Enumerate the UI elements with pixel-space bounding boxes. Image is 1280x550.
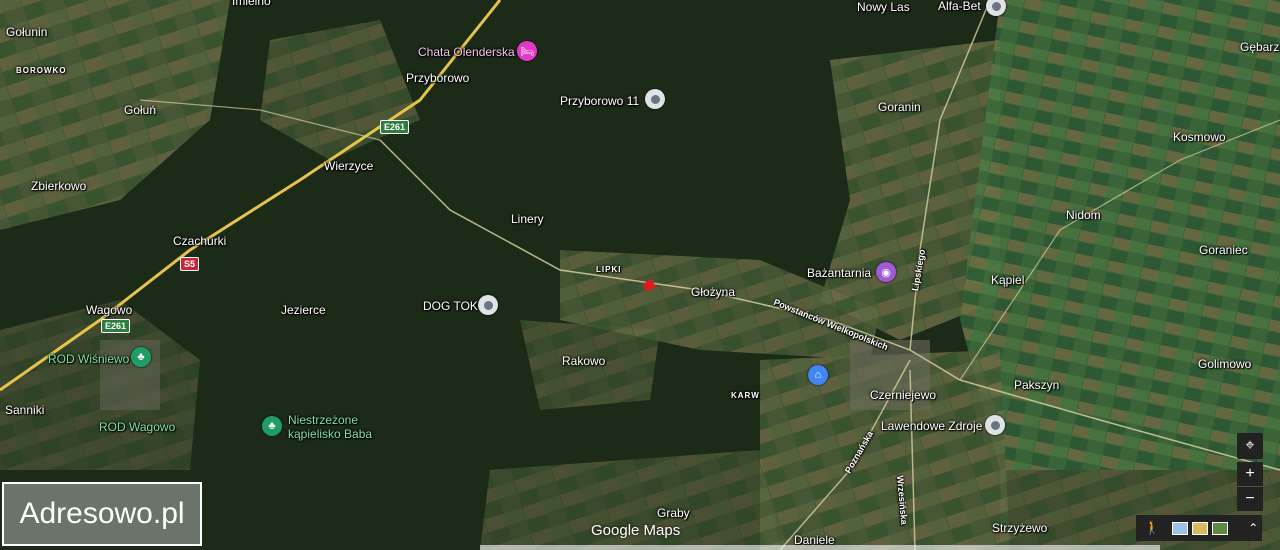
road-badge-s5: S5 <box>180 257 200 271</box>
road-badge-e261: E261 <box>380 120 410 134</box>
place-imielno: Imielno <box>232 0 271 8</box>
satellite-layer-thumb[interactable] <box>1212 521 1229 535</box>
poi-alfa-bet[interactable]: Alfa-Bet <box>938 0 981 13</box>
layer-switcher[interactable]: 🚶 ⌃ <box>1136 515 1262 541</box>
google-maps-logo: Google Maps <box>591 522 681 539</box>
place-karw: KARW <box>731 391 760 400</box>
poi-kapielisko-baba[interactable]: Niestrzeżone kąpielisko Baba <box>288 413 372 441</box>
place-golunin: Gołunin <box>6 25 48 39</box>
terrain-layer-thumb[interactable] <box>1192 521 1209 535</box>
poi-dog-tok[interactable]: DOG TOK <box>423 299 478 313</box>
location-pin-icon[interactable] <box>985 415 1005 435</box>
place-sanniki: Sanniki <box>5 403 45 417</box>
place-strzyzewo: Strzyżewo <box>992 521 1048 535</box>
place-wierzyce: Wierzyce <box>324 159 374 173</box>
attribution-bar <box>480 545 1160 550</box>
poi-chata-olenderska[interactable]: Chata Olenderska <box>418 45 515 59</box>
place-golun: Gołuń <box>124 103 157 117</box>
home-icon[interactable]: ⌂ <box>808 365 828 385</box>
road-badge-e261-2: E261 <box>101 319 131 333</box>
place-kosmowo: Kosmowo <box>1173 130 1226 144</box>
satellite-map[interactable] <box>0 0 1280 550</box>
place-czerniejewo: Czerniejewo <box>870 388 937 402</box>
zoom-in-button[interactable]: + <box>1237 462 1263 486</box>
poi-bazantarnia[interactable]: Bażantarnia <box>807 266 871 280</box>
place-glozyna: Głożyna <box>691 285 736 299</box>
place-linery: Linery <box>511 212 544 226</box>
adresowo-watermark: Adresowo.pl <box>2 482 202 546</box>
place-goraniec: Goraniec <box>1199 243 1248 257</box>
place-przyborowo: Przyborowo <box>406 71 470 85</box>
my-location-button[interactable]: ⌖ <box>1237 433 1263 459</box>
poi-przyborowo-11[interactable]: Przyborowo 11 <box>560 94 639 108</box>
place-zbierkowo: Zbierkowo <box>31 179 87 193</box>
poi-rod-wagowo[interactable]: ROD Wagowo <box>99 420 175 434</box>
place-czachurki: Czachurki <box>173 234 227 248</box>
place-golimowo: Golimowo <box>1198 357 1252 371</box>
place-goranin: Goranin <box>878 100 921 114</box>
park-icon[interactable]: ♣ <box>262 416 282 436</box>
map-layer-thumb[interactable] <box>1172 521 1189 535</box>
place-gebarzew: Gębarzew <box>1240 40 1280 54</box>
camera-icon[interactable]: ◉ <box>876 262 896 282</box>
poi-rod-wisniewo[interactable]: ROD Wiśniewo <box>48 352 129 366</box>
pegman-icon[interactable]: 🚶 <box>1144 520 1160 536</box>
place-borowko: BOROWKO <box>16 66 67 75</box>
hotel-icon[interactable]: 🛏 <box>517 41 537 61</box>
location-pin-icon[interactable] <box>478 295 498 315</box>
place-wagowo: Wagowo <box>86 303 133 317</box>
location-pin-icon[interactable] <box>645 89 665 109</box>
place-kapiel: Kąpiel <box>991 273 1025 287</box>
park-icon[interactable]: ♣ <box>131 347 151 367</box>
place-jezierce: Jezierce <box>281 303 326 317</box>
place-pakszyn: Pakszyn <box>1014 378 1060 392</box>
place-nidom: Nidom <box>1066 208 1101 222</box>
place-graby: Graby <box>657 506 690 520</box>
place-lipki: LIPKI <box>596 265 622 274</box>
place-rakowo: Rakowo <box>562 354 606 368</box>
poi-lawendowe-zdroje[interactable]: Lawendowe Zdroje <box>881 419 982 433</box>
place-nowy-las: Nowy Las <box>857 0 910 14</box>
expand-icon[interactable]: ⌃ <box>1248 521 1258 535</box>
zoom-out-button[interactable]: − <box>1237 487 1263 511</box>
